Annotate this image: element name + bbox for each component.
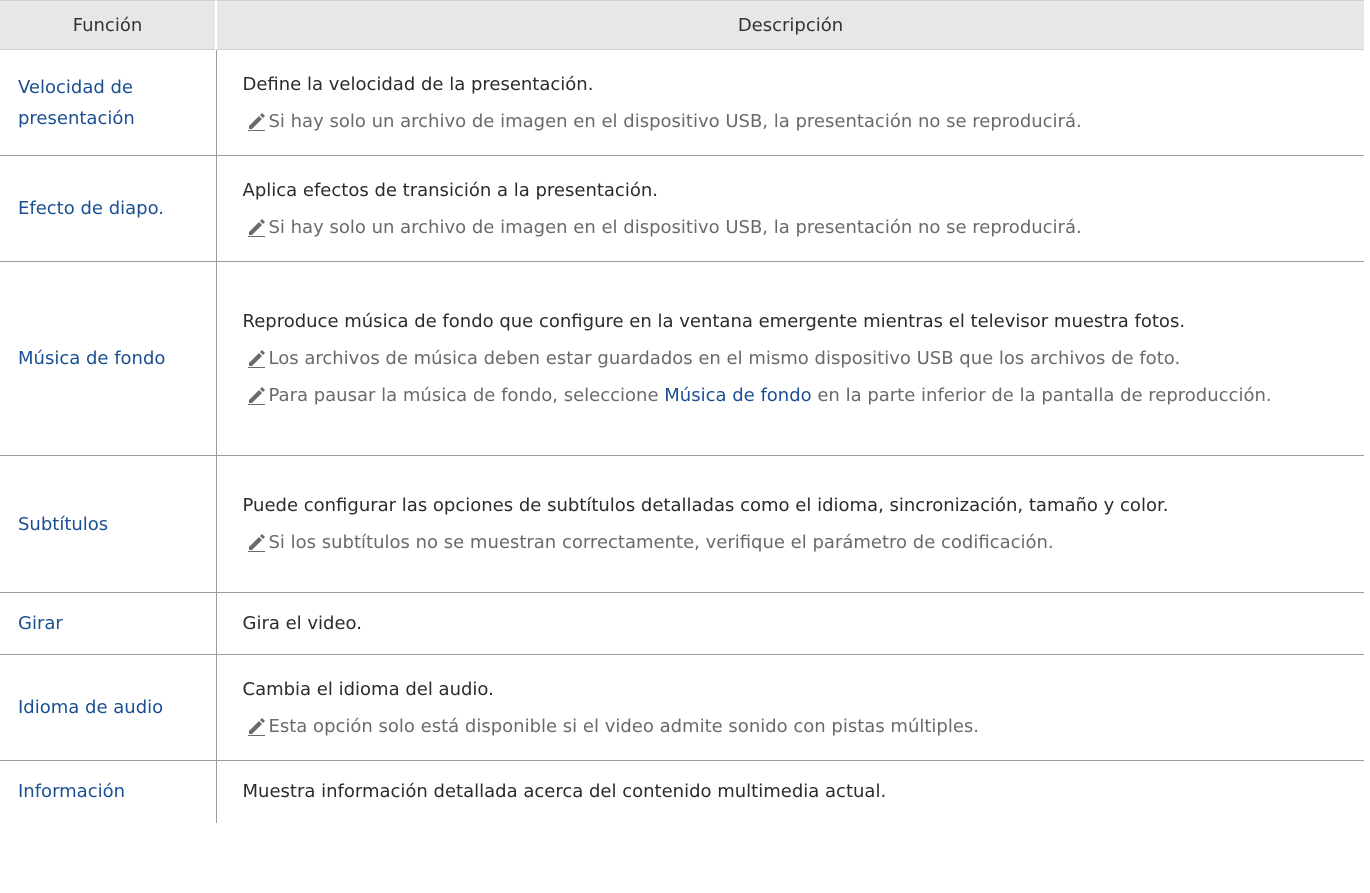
note-text: Si hay solo un archivo de imagen en el d… [268, 110, 1082, 132]
description-cell: Cambia el idioma del audio. Esta opción … [215, 654, 1364, 761]
note-text: Si hay solo un archivo de imagen en el d… [268, 216, 1082, 238]
description-text: Muestra información detallada acerca del… [242, 781, 887, 803]
description-text: Define la velocidad de la presentación. [242, 73, 594, 95]
music-background-link[interactable]: Música de fondo [664, 385, 811, 406]
table-header-row: Función Descripción [0, 0, 1364, 50]
table-row: Efecto de diapo. Aplica efectos de trans… [0, 155, 1364, 262]
function-name: Efecto de diapo. [0, 155, 216, 262]
note: Esta opción solo está disponible si el v… [243, 711, 1349, 742]
description-cell: Gira el video. [215, 592, 1364, 655]
table-row: Idioma de audio Cambia el idioma del aud… [0, 654, 1364, 761]
note: Si hay solo un archivo de imagen en el d… [243, 106, 1349, 137]
options-table-container: Función Descripción Velocidad de present… [0, 0, 1370, 893]
function-name: Girar [0, 592, 216, 655]
pencil-icon [243, 385, 269, 405]
description-cell: Reproduce música de fondo que configure … [215, 261, 1364, 456]
description-text: Reproduce música de fondo que configure … [242, 311, 1186, 332]
table-row: Música de fondo Reproduce música de fond… [0, 261, 1364, 456]
note-text: Para pausar la música de fondo, seleccio… [269, 380, 1272, 411]
table-row: Información Muestra información detallad… [0, 760, 1364, 823]
function-name: Música de fondo [0, 261, 216, 456]
pencil-icon [243, 111, 269, 131]
note-text: Los archivos de música deben estar guard… [268, 348, 1181, 369]
description-cell: Muestra información detallada acerca del… [215, 760, 1364, 823]
table-row: Velocidad de presentación Define la velo… [0, 49, 1364, 156]
description-cell: Puede configurar las opciones de subtítu… [215, 455, 1364, 593]
note-text: Si los subtítulos no se muestran correct… [268, 532, 1054, 553]
pencil-icon [243, 348, 269, 368]
description-text: Cambia el idioma del audio. [242, 678, 494, 700]
pencil-icon [243, 532, 269, 552]
function-name: Velocidad de presentación [0, 49, 216, 156]
note: Para pausar la música de fondo, seleccio… [243, 380, 1349, 411]
header-description: Descripción [215, 0, 1364, 50]
note-text-after: en la parte inferior de la pantalla de r… [811, 385, 1272, 406]
table-row: Girar Gira el video. [0, 592, 1364, 655]
note: Si hay solo un archivo de imagen en el d… [243, 212, 1349, 243]
pencil-icon [243, 217, 269, 237]
note-text-before: Para pausar la música de fondo, seleccio… [268, 385, 665, 406]
description-cell: Define la velocidad de la presentación. … [215, 49, 1364, 156]
description-text: Puede configurar las opciones de subtítu… [242, 495, 1169, 516]
pencil-icon [243, 716, 269, 736]
function-name: Información [18, 781, 126, 803]
description-cell: Aplica efectos de transición a la presen… [215, 155, 1364, 262]
note: Si los subtítulos no se muestran correct… [243, 527, 1349, 558]
note: Los archivos de música deben estar guard… [243, 343, 1349, 374]
table-row: Subtítulos Puede configurar las opciones… [0, 455, 1364, 593]
note-text: Esta opción solo está disponible si el v… [268, 715, 980, 737]
header-function: Función [0, 0, 216, 50]
description-text: Aplica efectos de transición a la presen… [242, 179, 658, 201]
description-text: Gira el video. [242, 613, 362, 634]
options-table: Función Descripción Velocidad de present… [0, 0, 1364, 823]
function-name: Subtítulos [0, 455, 216, 593]
function-name: Idioma de audio [0, 654, 216, 761]
